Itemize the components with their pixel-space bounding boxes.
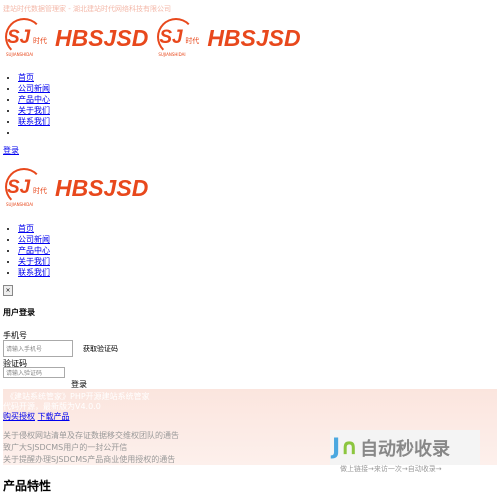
nav-about[interactable]: 关于我们 — [18, 257, 50, 266]
logo-wordmark: HBSJSD — [55, 174, 149, 201]
logo[interactable]: SJ 时代 SUJIANSHIDAI HBSJSD — [3, 166, 148, 210]
phone-input[interactable]: 请输入手机号 — [3, 340, 73, 357]
logo-mark: SJ 时代 SUJIANSHIDAI — [3, 166, 47, 210]
nav-products[interactable]: 产品中心 — [18, 246, 50, 255]
nav-empty — [18, 127, 50, 138]
close-button[interactable]: × — [3, 285, 13, 296]
main-nav: 首页 公司新闻 产品中心 关于我们 联系我们 — [0, 72, 50, 138]
code-input[interactable]: 请输入验证码 — [3, 367, 65, 378]
nav-home[interactable]: 首页 — [18, 224, 34, 233]
nav-contact[interactable]: 联系我们 — [18, 268, 50, 277]
watermark: J ∩ 自动秒收录 — [330, 430, 480, 465]
nav-products[interactable]: 产品中心 — [18, 95, 50, 104]
section-title: 产品特性 — [3, 479, 52, 493]
notice-item[interactable]: 致广大SJSDCMS用户的一封公开信 — [3, 442, 127, 453]
nav-about[interactable]: 关于我们 — [18, 106, 50, 115]
login-link[interactable]: 登录 — [3, 145, 19, 156]
logo[interactable]: SJ 时代 SUJIANSHIDAI HBSJSD — [3, 16, 148, 60]
logo-mark: SJ 时代 SUJIANSHIDAI — [155, 16, 199, 60]
logo-wordmark: HBSJSD — [207, 24, 301, 51]
nav-contact[interactable]: 联系我们 — [18, 117, 50, 126]
download-link[interactable]: 下载产品 — [38, 412, 70, 421]
logo-mark: SJ 时代 SUJIANSHIDAI — [3, 16, 47, 60]
buy-license-link[interactable]: 购买授权 — [3, 412, 35, 421]
site-tagline: 建站时代数据管理家 - 湖北建站时代网络科技有限公司 — [3, 5, 171, 13]
notice-item[interactable]: 关于侵权网站清单及存证数据移交维权团队的通告 — [3, 430, 179, 441]
nav-news[interactable]: 公司新闻 — [18, 235, 50, 244]
watermark-subtitle: 做上链接→来访一次→自动收录→ — [340, 465, 442, 473]
logo-wordmark: HBSJSD — [55, 24, 149, 51]
header-logos: SJ 时代 SUJIANSHIDAI HBSJSD SJ 时代 SUJIANSHIDAI… — [3, 16, 301, 60]
notice-item[interactable]: 关于提醒办理SJSDCMS产品商业使用授权的通告 — [3, 454, 175, 465]
nav-home[interactable]: 首页 — [18, 73, 34, 82]
login-title: 用户登录 — [3, 308, 35, 317]
logo[interactable]: SJ 时代 SUJIANSHIDAI HBSJSD — [155, 16, 301, 60]
nav-news[interactable]: 公司新闻 — [18, 84, 50, 93]
get-code-button[interactable]: 获取验证码 — [83, 344, 118, 354]
watermark-icon: J — [332, 435, 341, 460]
mobile-nav: 首页 公司新闻 产品中心 关于我们 联系我们 — [0, 223, 50, 278]
